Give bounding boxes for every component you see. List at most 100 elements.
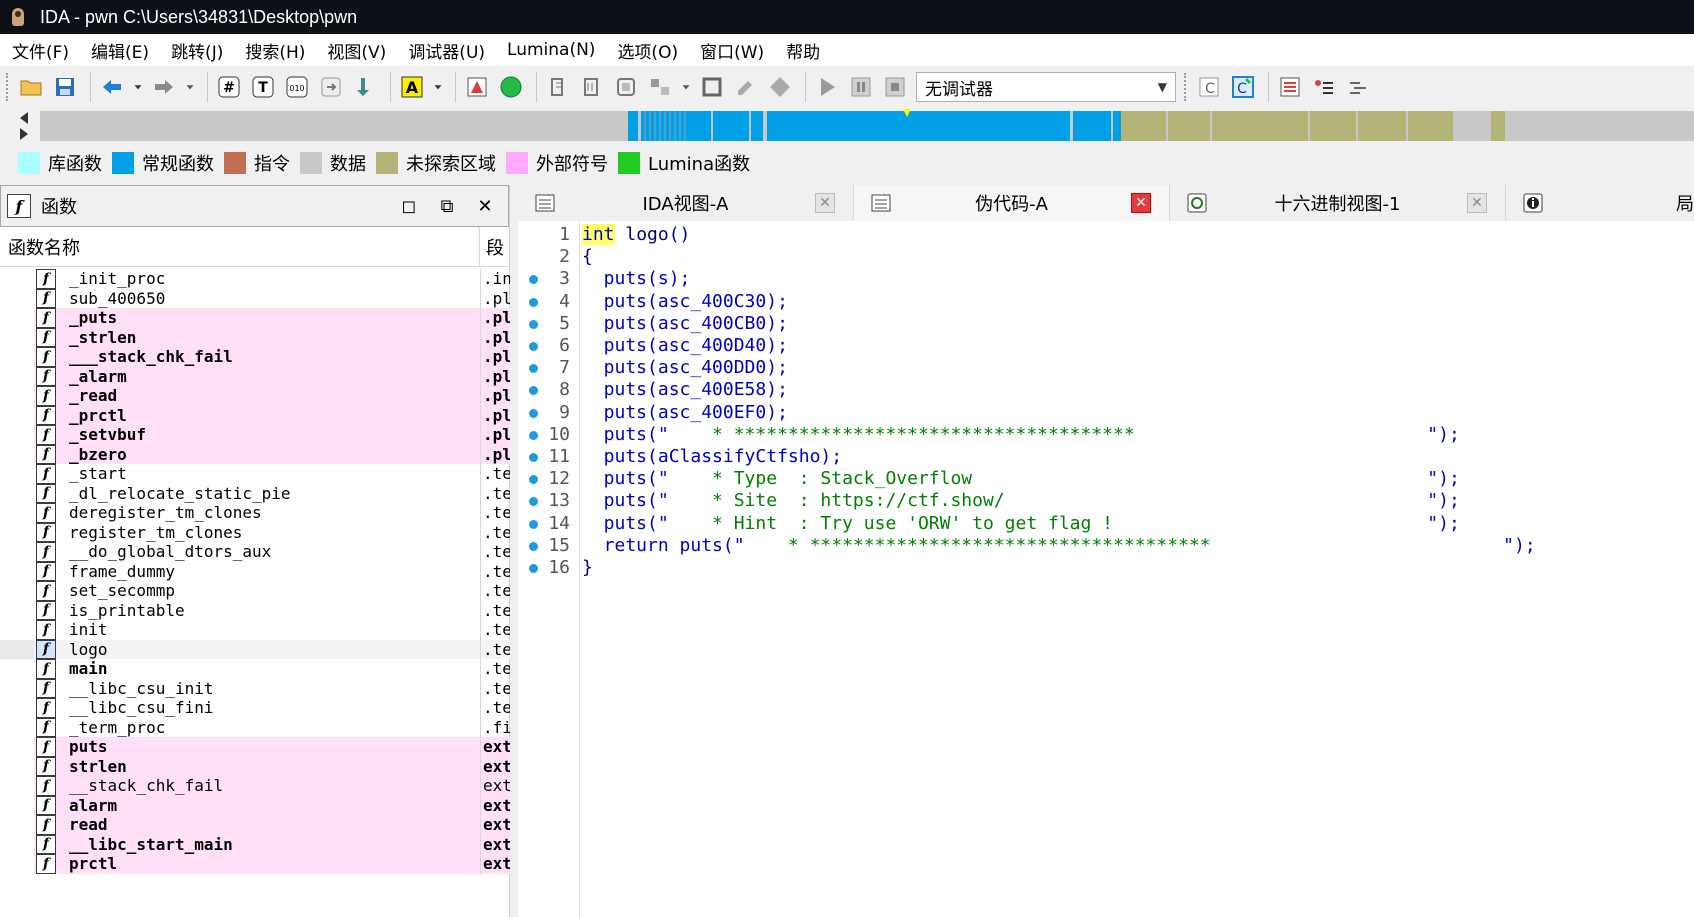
breakpoint-dot-icon[interactable]	[529, 564, 538, 573]
function-row[interactable]: f _prctl .pl	[0, 405, 510, 427]
convert-icon[interactable]	[316, 72, 346, 102]
navigation-band-bar[interactable]	[40, 111, 1694, 141]
column-segment[interactable]: 段	[480, 234, 504, 260]
function-row[interactable]: f ___stack_chk_fail .pl	[0, 347, 510, 368]
code-line[interactable]: 12 puts(" * Type : Stack_Overflow ");	[518, 467, 1694, 491]
breakpoint-dot-icon[interactable]	[529, 342, 538, 351]
function-row[interactable]: f _puts .pl	[0, 308, 510, 329]
breakpoint-dot-icon[interactable]	[529, 497, 538, 507]
tab-ida-view-a[interactable]: IDA视图-A ✕	[518, 185, 854, 221]
breakpoint-dot-icon[interactable]	[529, 430, 538, 440]
code-line[interactable]: 9 puts(asc_400EF0);	[518, 401, 1694, 425]
pause-icon[interactable]	[846, 72, 876, 102]
function-row[interactable]: f __libc_start_main ext	[0, 834, 510, 856]
code-line[interactable]: 2{	[518, 245, 1694, 269]
menu-debugger[interactable]: 调试器(U)	[400, 38, 493, 63]
code-line[interactable]: 10 puts(" * ****************************…	[518, 423, 1694, 447]
breakpoint-dot-icon[interactable]	[529, 297, 538, 307]
function-row[interactable]: f _dl_relocate_static_pie .te	[0, 483, 510, 505]
pseudocode-view[interactable]: 1 int logo() 2{3 puts(s); 4 puts(asc_400C30…	[518, 221, 1694, 917]
breakpoint-dot-icon[interactable]	[529, 541, 538, 551]
breakpoint-dot-icon[interactable]	[529, 519, 538, 529]
function-row[interactable]: f puts ext	[0, 737, 510, 758]
toolbar-grip[interactable]	[6, 73, 10, 101]
function-row[interactable]: f _start .te	[0, 464, 510, 485]
code-line[interactable]: 11 puts(aClassifyCtfsho);	[518, 445, 1694, 469]
rename-icon[interactable]	[731, 72, 761, 102]
breakpoint-dot-icon[interactable]	[529, 408, 538, 418]
code-line[interactable]: 16}	[518, 556, 1694, 580]
navigation-band[interactable]	[0, 108, 1694, 144]
close-icon[interactable]: ✕	[815, 193, 835, 213]
function-row[interactable]: f __libc_csu_fini .te	[0, 698, 510, 719]
float-icon[interactable]: ⧉	[432, 196, 462, 217]
undefine-icon[interactable]	[697, 72, 727, 102]
code-line[interactable]: 14 puts(" * Hint : Try use 'ORW' to get …	[518, 512, 1694, 536]
menu-window[interactable]: 窗口(W)	[692, 38, 772, 63]
menu-file[interactable]: 文件(F)	[4, 38, 77, 63]
function-row[interactable]: f __do_global_dtors_aux .te	[0, 542, 510, 563]
function-row[interactable]: f read ext	[0, 815, 510, 836]
function-row[interactable]: f alarm ext	[0, 795, 510, 817]
function-row[interactable]: f register_tm_clones .te	[0, 522, 510, 544]
function-row[interactable]: f strlen ext	[0, 756, 510, 778]
menu-help[interactable]: 帮助	[778, 38, 828, 63]
function-row[interactable]: f is_printable .te	[0, 600, 510, 622]
data-icon[interactable]	[577, 72, 607, 102]
stop-icon[interactable]	[880, 72, 910, 102]
column-function-name[interactable]: 函数名称	[0, 226, 480, 267]
function-row[interactable]: f prctl ext	[0, 854, 510, 875]
function-row[interactable]: f frame_dummy .te	[0, 561, 510, 583]
code-line[interactable]: 4 puts(asc_400C30);	[518, 290, 1694, 314]
menu-jump[interactable]: 跳转(J)	[163, 38, 231, 63]
toolbar-grip-2[interactable]	[1184, 73, 1188, 101]
hash-icon[interactable]: #	[214, 72, 244, 102]
color-dropdown-icon[interactable]	[431, 72, 445, 102]
step-down-icon[interactable]	[350, 72, 380, 102]
save-icon[interactable]	[50, 72, 80, 102]
tab-local-types[interactable]: 局	[1506, 185, 1694, 221]
tab-hex-view-1[interactable]: 十六进制视图-1 ✕	[1170, 185, 1506, 221]
breakpoint-dot-icon[interactable]	[529, 386, 538, 396]
function-row[interactable]: f logo .te	[0, 639, 510, 661]
function-row[interactable]: f init .te	[0, 620, 510, 641]
function-row[interactable]: f deregister_tm_clones .te	[0, 503, 510, 524]
function-row[interactable]: f __stack_chk_fail ext	[0, 776, 510, 797]
back-arrow-icon[interactable]	[97, 72, 127, 102]
nav-scroll-arrows-icon[interactable]	[16, 110, 36, 142]
breakpoint-dot-icon[interactable]	[529, 453, 538, 462]
code-line[interactable]: 7 puts(asc_400DD0);	[518, 356, 1694, 380]
open-folder-icon[interactable]	[16, 72, 46, 102]
code-line[interactable]: 3 puts(s);	[518, 267, 1694, 291]
menu-search[interactable]: 搜索(H)	[237, 38, 313, 63]
close-icon[interactable]: ✕	[470, 196, 500, 217]
code-icon[interactable]	[543, 72, 573, 102]
function-row[interactable]: f set_secommp .te	[0, 581, 510, 602]
maximize-icon[interactable]: ◻	[394, 196, 424, 217]
green-circle-icon[interactable]	[496, 72, 526, 102]
code-line[interactable]: 6 puts(asc_400D40);	[518, 334, 1694, 358]
function-row[interactable]: f _setvbuf .pl	[0, 425, 510, 446]
code-line[interactable]: 8 puts(asc_400E58);	[518, 378, 1694, 402]
diamond-icon[interactable]	[765, 72, 795, 102]
code-line[interactable]: 13 puts(" * Site : https://ctf.show/ ");	[518, 489, 1694, 513]
array-dropdown-icon[interactable]	[679, 72, 693, 102]
close-icon[interactable]: ✕	[1131, 193, 1151, 213]
function-row[interactable]: f sub_400650 .pl	[0, 288, 510, 310]
function-row[interactable]: f _strlen .pl	[0, 327, 510, 349]
trace-list-icon[interactable]	[1343, 72, 1373, 102]
function-row[interactable]: f _init_proc .in	[0, 269, 510, 290]
menu-edit[interactable]: 编辑(E)	[83, 38, 157, 63]
graph-icon[interactable]	[462, 72, 492, 102]
c-icon[interactable]: C	[1194, 72, 1224, 102]
forward-arrow-icon[interactable]	[149, 72, 179, 102]
function-row[interactable]: f main .te	[0, 659, 510, 680]
function-row[interactable]: f _term_proc .fi	[0, 717, 510, 739]
code-line[interactable]: 5 puts(asc_400CB0);	[518, 312, 1694, 336]
color-a-icon[interactable]: A	[397, 72, 427, 102]
debugger-select[interactable]: 无调试器 ▼	[916, 72, 1176, 102]
breakpoint-list-icon[interactable]	[1309, 72, 1339, 102]
back-dropdown-icon[interactable]	[131, 72, 145, 102]
code-line[interactable]: 15 return puts(" * *********************…	[518, 534, 1694, 558]
menu-lumina[interactable]: Lumina(N)	[499, 40, 603, 60]
